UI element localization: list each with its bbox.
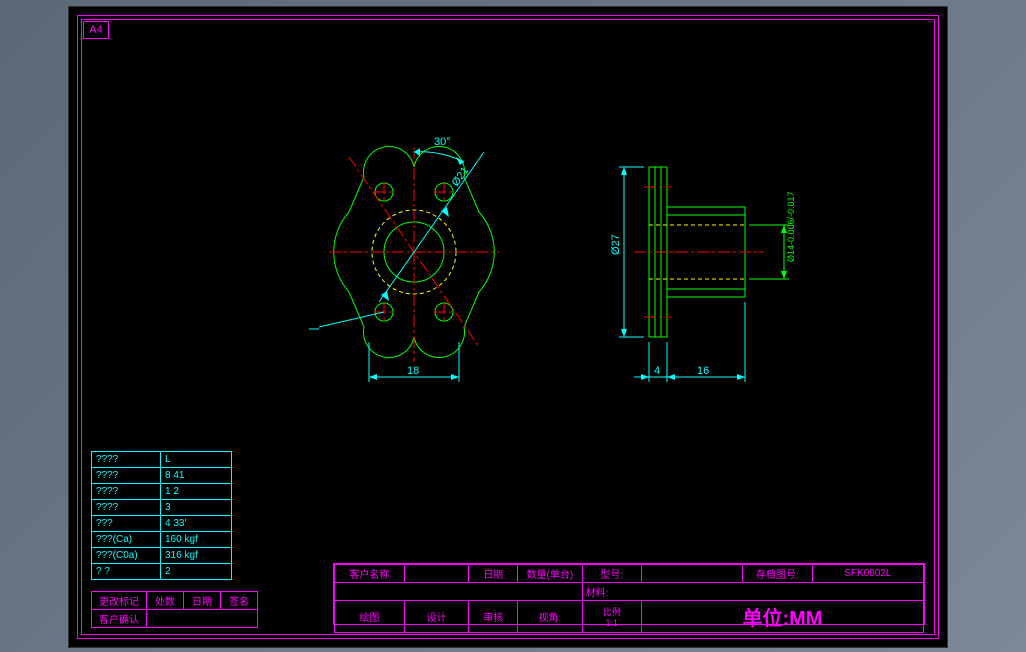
archive-value: SFK0802L <box>812 565 923 583</box>
sheet-size-label: A4 <box>83 21 109 39</box>
width-dim: 18 <box>407 365 419 377</box>
angle-label: 视角: <box>518 601 583 633</box>
flange-width: 4 <box>654 365 660 377</box>
design-label: 设计 <box>404 601 469 633</box>
cad-canvas: A4 <box>68 6 948 648</box>
date-label: 日期 <box>469 565 518 583</box>
table-row: ????8 41 <box>92 468 232 484</box>
customer-label: 客户名称 <box>335 565 405 583</box>
scale-value: 1:1 <box>586 618 638 628</box>
table-row: ???(C0a)316 kgf <box>92 548 232 564</box>
table-row: ? ?2 <box>92 564 232 580</box>
body-length: 16 <box>697 365 709 377</box>
draw-label: 绘图 <box>335 601 405 633</box>
qty-label: 数量(单台) <box>518 565 583 583</box>
side-view: Ø27 Ø14-0.006/-0.017 4 16 <box>589 127 869 407</box>
table-row: ????L <box>92 452 232 468</box>
scale-label: 比例 <box>586 605 638 618</box>
model-label: 型号: <box>582 565 641 583</box>
unit-label: 单位:MM <box>742 608 822 630</box>
front-view: 30° Ø21 18 4-Ø3.4thr <box>309 127 569 407</box>
change-table: 更改标记 处数 日期 签名 客户确认 <box>91 591 258 628</box>
angle-dim: 30° <box>434 136 451 148</box>
table-row: ???4 33' <box>92 516 232 532</box>
title-block: 客户名称 日期 数量(单台) 型号: 存档图号: SFK0802L 材料: 绘图… <box>333 563 925 625</box>
diameter-21: Ø21 <box>450 165 472 189</box>
height-dim: Ø27 <box>610 234 622 255</box>
table-row: ????1 2 <box>92 484 232 500</box>
archive-label: 存档图号: <box>742 565 812 583</box>
drawing-area: 30° Ø21 18 4-Ø3.4thr <box>89 47 927 417</box>
table-row: ???(Ca)160 kgf <box>92 532 232 548</box>
spec-table: ????L ????8 41 ????1 2 ????3 ???4 33' ??… <box>91 451 232 580</box>
check-label: 审核 <box>469 601 518 633</box>
material-label: 材料: <box>582 583 923 601</box>
table-row: ????3 <box>92 500 232 516</box>
bore-dim: Ø14-0.006/-0.017 <box>786 191 796 262</box>
